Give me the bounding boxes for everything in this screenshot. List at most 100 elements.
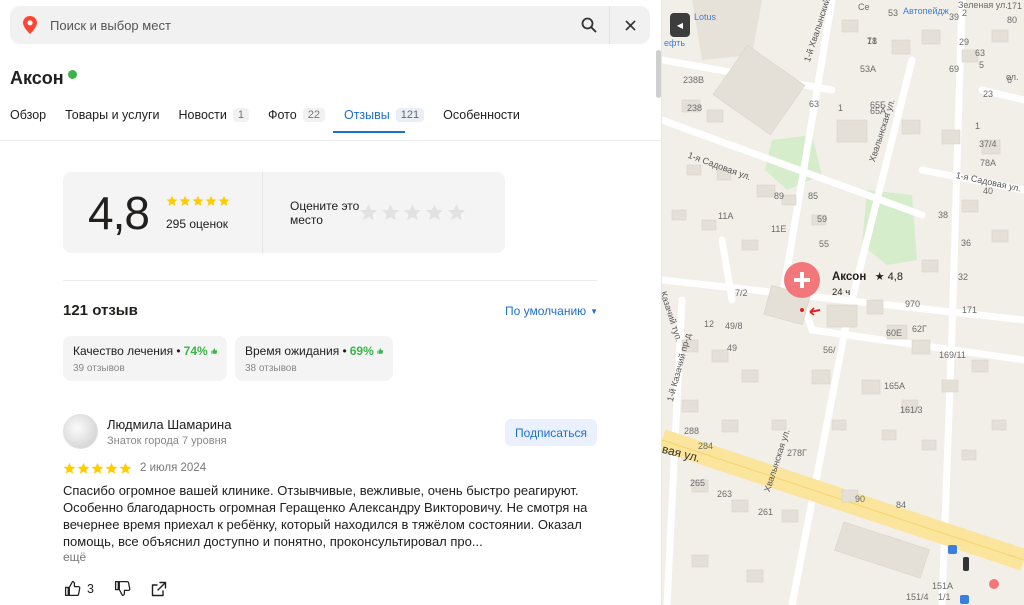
sort-dropdown[interactable]: По умолчанию ▼: [505, 304, 598, 318]
search-input[interactable]: [50, 6, 569, 44]
ratings-count: 295 оценок: [166, 217, 228, 231]
close-icon[interactable]: [610, 6, 650, 44]
house-number-label: 1: [975, 121, 981, 131]
house-number-label: 6: [1007, 75, 1013, 85]
house-number-label: 265: [690, 478, 706, 488]
empty-star-icon[interactable]: [447, 203, 466, 222]
aspect-chip-waiting-time[interactable]: Время ожидания • 69% 38 отзывов: [235, 336, 393, 381]
house-number-label: 40: [983, 186, 994, 196]
share-icon[interactable]: [151, 581, 167, 597]
avatar[interactable]: [63, 414, 98, 449]
house-number-label: 32: [958, 272, 969, 282]
tab-label: Фото: [268, 108, 297, 122]
review-stars: [63, 462, 132, 475]
author-level: Знаток города 7 уровня: [107, 435, 227, 447]
star-icon: [179, 195, 191, 206]
search-icon[interactable]: [569, 6, 609, 44]
house-number-label: 284: [698, 441, 714, 451]
house-number-label: 69: [949, 64, 960, 74]
pin-rating-value: 4,8: [887, 271, 903, 283]
empty-star-icon[interactable]: [425, 203, 444, 222]
verified-badge-icon: [67, 70, 77, 79]
tab-label: Отзывы: [343, 108, 390, 122]
tab-count-badge: 22: [302, 108, 325, 122]
tab-label: Особенности: [443, 108, 520, 122]
aspect-chip-treatment-quality[interactable]: Качество лечения • 74% 39 отзывов: [63, 336, 227, 381]
house-number-label: 1: [838, 103, 844, 113]
search-bar: [10, 6, 650, 44]
house-number-label: 151/4: [906, 592, 929, 602]
aspect-percent: 74%: [183, 344, 208, 358]
tab-news[interactable]: Новости 1: [178, 104, 249, 126]
read-more-link[interactable]: ещё: [63, 550, 86, 564]
sort-label: По умолчанию: [505, 304, 587, 318]
house-number-label: 36: [961, 238, 972, 248]
house-number-label: 263: [717, 489, 733, 499]
house-number-label: 11Е: [771, 224, 787, 234]
house-number-label: 53А: [860, 64, 877, 74]
section-divider: [63, 280, 597, 281]
map-canvas: [662, 0, 1024, 605]
tab-features[interactable]: Особенности: [443, 104, 520, 126]
card-divider: [262, 172, 263, 253]
dislike-icon[interactable]: [114, 580, 131, 597]
like-icon[interactable]: [64, 580, 81, 597]
place-panel: Аксон Обзор Товары и услуги Новости 1 Фот…: [0, 0, 662, 605]
house-number-label: 169/11: [939, 350, 966, 360]
house-number-label: 78А: [980, 158, 997, 168]
tabs-divider: [0, 140, 661, 141]
empty-star-icon[interactable]: [381, 203, 400, 222]
collapse-panel-button[interactable]: ◀: [670, 13, 690, 37]
poi-label[interactable]: Автопейдж: [903, 6, 949, 16]
active-tab-indicator: [333, 131, 405, 133]
house-number-label: 85: [808, 191, 819, 201]
place-header: Аксон: [10, 68, 77, 89]
review-actions: 3: [64, 580, 167, 597]
rating-stars: [166, 195, 230, 207]
house-number-label: 7/2: [735, 288, 748, 298]
pin-rating: ★ 4,8: [874, 271, 903, 283]
rate-stars-input[interactable]: [359, 203, 466, 222]
tab-goods-services[interactable]: Товары и услуги: [65, 104, 159, 126]
review-author[interactable]: Людмила Шамарина: [107, 417, 231, 432]
tab-photos[interactable]: Фото 22: [268, 104, 325, 126]
house-number-label: 90: [855, 494, 866, 504]
house-number-label: 38: [938, 210, 949, 220]
house-number-label: 53: [888, 8, 899, 18]
house-number-label: 49: [727, 343, 738, 353]
house-number-label: 12: [704, 319, 715, 329]
poi-label[interactable]: ефть: [664, 38, 685, 48]
house-number-label: 261: [758, 507, 774, 517]
tab-label: Товары и услуги: [65, 108, 160, 122]
house-number-label: 65А: [870, 106, 887, 116]
star-icon: [91, 462, 104, 474]
house-number-label: 63: [975, 48, 986, 58]
star-icon: [192, 195, 204, 206]
subscribe-button[interactable]: Подписаться: [505, 419, 597, 446]
page-title: Аксон: [10, 68, 64, 88]
reviews-heading: 121 отзыв: [63, 302, 138, 319]
tab-count-badge: 1: [232, 108, 249, 122]
poi-label[interactable]: Lotus: [694, 12, 716, 22]
aspect-count: 39 отзывов: [73, 363, 125, 374]
empty-star-icon[interactable]: [403, 203, 422, 222]
house-number-label: 23: [983, 89, 994, 99]
house-number-label: 37/4: [979, 139, 997, 149]
house-number-label: 60Е: [886, 328, 903, 338]
house-number-label: 39: [949, 12, 960, 22]
review-text: Спасибо огромное вашей клинике. Отзывчив…: [63, 483, 588, 549]
house-number-label: 18: [867, 36, 878, 46]
tab-reviews[interactable]: Отзывы 121: [343, 104, 425, 126]
house-number-label: 29: [959, 37, 970, 47]
tab-overview[interactable]: Обзор: [10, 104, 46, 126]
house-number-label: 55: [819, 239, 830, 249]
house-number-label: 238В: [683, 75, 705, 85]
house-number-label: 56/: [823, 345, 836, 355]
house-number-label: 63: [809, 99, 820, 109]
empty-star-icon[interactable]: [359, 203, 378, 222]
map-view[interactable]: Lotus Автопейдж ефть 1-й Хвалынский пр-д…: [662, 0, 1024, 605]
map-pin-card[interactable]: Аксон ★ 4,8 24 ч: [832, 267, 903, 298]
review-date: 2 июля 2024: [140, 462, 207, 474]
house-number-label: 151А: [932, 581, 954, 591]
house-number-label: 165А: [884, 381, 906, 391]
